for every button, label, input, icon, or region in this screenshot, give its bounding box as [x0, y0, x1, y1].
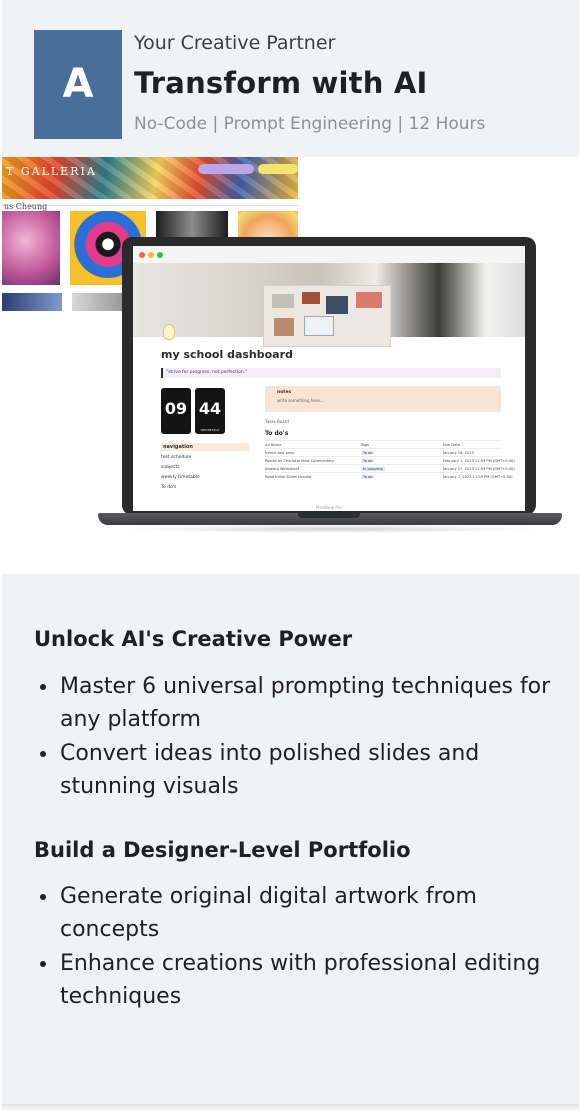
- task-name: Poems by Charlotte Mew Commentary: [265, 459, 335, 463]
- task-name: Read Initial Slides chapter: [265, 475, 312, 479]
- task-name: french test prep: [265, 451, 294, 455]
- feature-item: Convert ideas into polished slides and s…: [34, 737, 554, 803]
- card-shadow: [2, 1104, 579, 1110]
- bullet-icon: [40, 684, 46, 690]
- task-tag: To do: [361, 459, 375, 463]
- feature-text: Master 6 universal prompting techniques …: [60, 674, 551, 732]
- nav-item: To do's: [161, 485, 177, 490]
- task-tag: To do: [361, 451, 375, 455]
- dashboard-quote: "strive for progress, not perfection.": [161, 368, 501, 378]
- table-row: Poems by Charlotte Mew Commentary To do …: [265, 456, 515, 464]
- bullet-icon: [40, 961, 46, 967]
- window-titlebar: [133, 246, 525, 263]
- lightbulb-icon: [163, 324, 175, 340]
- navigation-heading: navigation: [161, 443, 249, 451]
- col-name-header: Aa Name: [265, 443, 282, 447]
- col-tags-header: Tags: [361, 443, 369, 447]
- task-due-date: January 7, 2023 11:59 PM (GMT+0:30): [443, 475, 513, 479]
- feature-item: Master 6 universal prompting techniques …: [34, 670, 554, 736]
- clock-period: WEDNESDAY: [200, 428, 220, 432]
- task-due-date: January 16, 2023: [443, 451, 474, 455]
- notes-subtitle: write something here...: [277, 398, 324, 403]
- clock-minutes: 44 WEDNESDAY: [195, 388, 225, 434]
- course-meta: No-Code | Prompt Engineering | 12 Hours: [134, 114, 486, 134]
- artwork-thumbnail: [2, 293, 62, 311]
- tagline: Your Creative Partner: [134, 32, 336, 54]
- clock-hours: 09: [161, 388, 191, 434]
- table-row: Read Initial Slides chapter To do Januar…: [265, 472, 513, 480]
- gallery-subtitle: us Cheung: [4, 202, 48, 211]
- notes-title: notes: [277, 390, 292, 395]
- task-due-date: February 1, 2023 11:59 PM (GMT+0:30): [443, 459, 515, 463]
- task-tag: In progress: [361, 467, 385, 471]
- bullet-icon: [40, 894, 46, 900]
- gallery-nav-pill: [258, 164, 298, 174]
- todo-title: To do's: [265, 430, 289, 437]
- table-row: Algebra Worksheet In progress January 27…: [265, 464, 515, 472]
- feature-list: Generate original digital artwork from c…: [34, 880, 554, 1014]
- gallery-banner: [2, 157, 298, 199]
- feature-item: Generate original digital artwork from c…: [34, 880, 554, 946]
- course-title: Transform with AI: [134, 66, 428, 100]
- laptop-shadow: [122, 525, 542, 533]
- gallery-title: T GALLERIA: [6, 165, 97, 178]
- logo-letter: A: [62, 61, 94, 107]
- nav-item: subjects: [161, 465, 180, 470]
- clock-minutes-value: 44: [198, 399, 222, 418]
- feature-text: Convert ideas into polished slides and s…: [60, 741, 480, 799]
- nav-item: weekly timetable: [161, 475, 200, 480]
- artwork-thumbnail: [2, 211, 60, 285]
- col-date-header: Due Date: [443, 443, 460, 447]
- table-row: french test prep To do January 16, 2023: [265, 448, 501, 456]
- close-dot-icon: [139, 252, 145, 258]
- gallery-nav-pill: [198, 164, 254, 174]
- clock-hours-value: 09: [164, 399, 188, 418]
- task-name: Algebra Worksheet: [265, 467, 300, 471]
- feature-list: Master 6 universal prompting techniques …: [34, 670, 554, 804]
- nav-item: test schedule: [161, 455, 192, 460]
- task-due-date: January 27, 2023 11:59 PM (GMT+0:30): [443, 467, 515, 471]
- feature-item: Enhance creations with professional edit…: [34, 947, 554, 1013]
- laptop-brand-label: MacBook Pro: [316, 505, 342, 510]
- moodboard: [263, 285, 391, 347]
- section-title: Build a Designer-Level Portfolio: [34, 838, 411, 862]
- minimize-dot-icon: [148, 252, 154, 258]
- view-tabs: Tasks Board: [265, 419, 289, 424]
- laptop-screen: my school dashboard "strive for progress…: [133, 246, 525, 511]
- hero-image: T GALLERIA us Cheung my school dashboard…: [2, 157, 579, 574]
- laptop-notch: [298, 513, 360, 518]
- task-tag: To do: [361, 475, 375, 479]
- table-header: Aa Name Tags Due Date: [265, 440, 501, 448]
- feature-text: Enhance creations with professional edit…: [60, 951, 541, 1009]
- section-title: Unlock AI's Creative Power: [34, 627, 353, 651]
- page-cover-photo: [133, 263, 525, 347]
- bullet-icon: [40, 751, 46, 757]
- maximize-dot-icon: [157, 252, 163, 258]
- feature-text: Generate original digital artwork from c…: [60, 884, 477, 942]
- brand-logo: A: [34, 30, 122, 139]
- dashboard-title: my school dashboard: [161, 348, 293, 361]
